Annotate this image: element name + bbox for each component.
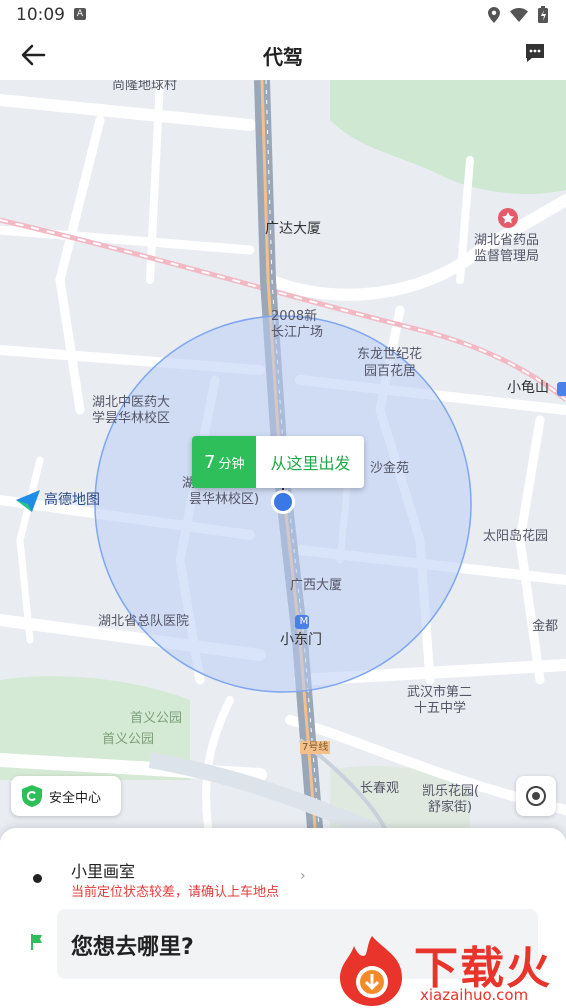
shield-icon [22, 785, 42, 807]
map-label: 湖北省总队医院 [98, 614, 190, 629]
map-label: 十五中学 [414, 701, 467, 716]
safety-center-button[interactable]: 安全中心 [11, 776, 121, 816]
map-label: 广西大厦 [290, 578, 343, 593]
destination-placeholder: 您想去哪里? [71, 935, 194, 960]
destination-flag-icon [31, 934, 42, 950]
map-label: 凯乐花园( [422, 784, 480, 799]
app-bar: 代驾 [0, 30, 566, 80]
map-label: 沙金苑 [370, 461, 410, 476]
map-label: 金都 [532, 619, 559, 634]
gaode-logo: 高德地图 [44, 492, 100, 508]
eta-badge: 7 分钟 [192, 436, 257, 488]
status-icons [488, 6, 548, 23]
pickup-name: 小里画室 [71, 862, 136, 881]
safety-center-label: 安全中心 [49, 790, 102, 806]
notification-icon: A [74, 8, 86, 20]
map-label: 首义公园 [102, 732, 155, 747]
map-label: 园百花居 [364, 364, 417, 379]
eta-minutes: 7 [204, 451, 216, 473]
map-label: 长江广场 [271, 325, 324, 340]
watermark: 下载火 xiazaihuo.com [332, 932, 566, 1008]
map-label: 长春观 [360, 781, 400, 796]
map-label: 广达大厦 [265, 221, 321, 237]
location-icon [488, 6, 500, 23]
start-here-button[interactable]: 从这里出发 [256, 436, 365, 488]
wifi-icon [510, 7, 528, 22]
map-label: 湖北中医药大 [92, 395, 171, 410]
map-label: 东龙世纪花 [357, 347, 423, 362]
map-label: 监督管理局 [474, 249, 540, 264]
map-view[interactable]: 尚隆地球村 广达大厦 湖北省药品 监督管理局 2008新 长江广场 东龙世纪花 … [0, 80, 566, 840]
eta-unit: 分钟 [218, 456, 245, 472]
map-label: 学昙华林校区 [92, 411, 171, 426]
pickup-warning: 当前定位状态较差，请确认上车地点 [71, 885, 280, 900]
map-label: 首义公园 [130, 711, 183, 726]
map-label: 舒家街) [428, 800, 473, 815]
chevron-right-icon: › [300, 868, 306, 884]
map-label: 小龟山 [507, 380, 549, 396]
map-label: 太阳岛花园 [483, 529, 549, 544]
locate-icon [526, 786, 546, 806]
pickup-dot-icon [33, 874, 42, 883]
map-label: 武汉市第二 [407, 685, 473, 700]
watermark-logo [340, 936, 402, 1006]
pickup-bubble[interactable]: 7 分钟 从这里出发 [192, 436, 365, 488]
map-label: 2008新 [271, 309, 318, 324]
locate-button[interactable] [516, 776, 556, 816]
map-label: 小东门 [280, 632, 322, 648]
metro-icon: M [299, 616, 309, 627]
metro-line-label: 7号线 [300, 741, 331, 754]
map-label: 尚隆地球村 [112, 80, 178, 93]
message-button[interactable] [524, 42, 550, 66]
status-bar: 10:09 A [0, 0, 566, 30]
battery-icon [538, 6, 548, 23]
page-title: 代驾 [263, 45, 303, 69]
map-label: 昙华林校区) [189, 492, 260, 507]
chat-icon [526, 44, 544, 62]
watermark-url: xiazaihuo.com [420, 986, 529, 1004]
map-label: 湖北省药品 [474, 233, 540, 248]
status-time: 10:09 [16, 5, 65, 25]
